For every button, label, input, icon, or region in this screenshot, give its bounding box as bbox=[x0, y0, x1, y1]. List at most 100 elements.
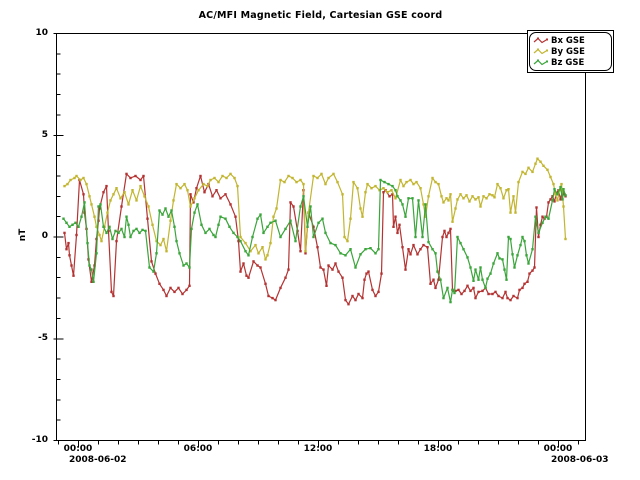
series-line-by bbox=[65, 159, 566, 260]
series-marker-by bbox=[456, 198, 458, 200]
series-marker-by bbox=[399, 179, 401, 181]
legend-item-bx: Bx GSE bbox=[533, 35, 608, 46]
series-marker-bz bbox=[436, 270, 438, 272]
series-marker-by bbox=[193, 197, 195, 199]
series-marker-by bbox=[440, 195, 442, 197]
series-marker-bz bbox=[556, 193, 558, 195]
series-marker-bz bbox=[117, 232, 119, 234]
series-marker-bx bbox=[392, 226, 394, 228]
series-marker-bx bbox=[466, 285, 468, 287]
series-marker-by bbox=[412, 183, 414, 185]
series-marker-bz bbox=[138, 232, 140, 234]
series-marker-bx bbox=[426, 246, 428, 248]
series-marker-bx bbox=[531, 269, 533, 271]
series-marker-bz bbox=[472, 280, 474, 282]
series-marker-bx bbox=[419, 248, 421, 250]
series-marker-bz bbox=[164, 207, 166, 209]
series-marker-bz bbox=[521, 236, 523, 238]
series-marker-bx bbox=[150, 260, 152, 262]
series-marker-bz bbox=[244, 250, 246, 252]
series-marker-by bbox=[257, 252, 259, 254]
series-marker-by bbox=[197, 189, 199, 191]
series-marker-bx bbox=[185, 289, 187, 291]
series-marker-bz bbox=[92, 281, 94, 283]
series-marker-bx bbox=[497, 295, 499, 297]
series-marker-bx bbox=[322, 268, 324, 270]
series-marker-bz bbox=[182, 264, 184, 266]
series-marker-bx bbox=[239, 270, 241, 272]
series-marker-by bbox=[75, 175, 77, 177]
series-marker-by bbox=[431, 177, 433, 179]
series-marker-bz bbox=[339, 252, 341, 254]
series-marker-by bbox=[324, 183, 326, 185]
series-marker-by bbox=[488, 193, 490, 195]
series-marker-bx bbox=[506, 297, 508, 299]
series-marker-bz bbox=[114, 230, 116, 232]
series-marker-bx bbox=[501, 297, 503, 299]
series-marker-bx bbox=[394, 216, 396, 218]
series-marker-bx bbox=[334, 262, 336, 264]
series-marker-bx bbox=[252, 260, 254, 262]
series-marker-bx bbox=[474, 297, 476, 299]
series-marker-by bbox=[186, 189, 188, 191]
series-marker-bx bbox=[125, 173, 127, 175]
series-marker-by bbox=[349, 218, 351, 220]
legend-item-by: By GSE bbox=[533, 46, 608, 57]
series-marker-bx bbox=[337, 270, 339, 272]
series-marker-bz bbox=[411, 197, 413, 199]
series-marker-bz bbox=[251, 236, 253, 238]
series-marker-bx bbox=[234, 216, 236, 218]
x-axis-start-date: 2008-06-02 bbox=[69, 455, 127, 465]
series-marker-by bbox=[143, 195, 145, 197]
series-marker-bz bbox=[513, 266, 515, 268]
series-marker-bz bbox=[541, 222, 543, 224]
series-marker-bz bbox=[466, 256, 468, 258]
series-marker-bx bbox=[509, 299, 511, 301]
series-marker-bz bbox=[349, 248, 351, 250]
series-marker-bz bbox=[421, 236, 423, 238]
series-marker-bz bbox=[173, 226, 175, 228]
series-marker-bx bbox=[460, 293, 462, 295]
series-marker-bx bbox=[242, 262, 244, 264]
series-marker-by bbox=[454, 207, 456, 209]
series-marker-bz bbox=[519, 244, 521, 246]
series-marker-bz bbox=[462, 248, 464, 250]
series-marker-by bbox=[546, 169, 548, 171]
series-marker-bx bbox=[404, 268, 406, 270]
series-marker-bz bbox=[442, 297, 444, 299]
series-marker-bx bbox=[102, 191, 104, 193]
series-marker-bz bbox=[359, 253, 361, 255]
series-marker-bx bbox=[523, 283, 525, 285]
x-tick-label-1800: 18:00 bbox=[416, 444, 460, 455]
series-marker-bx bbox=[380, 272, 382, 274]
series-marker-by bbox=[465, 194, 467, 196]
series-marker-bx bbox=[331, 268, 333, 270]
series-marker-bz bbox=[196, 203, 198, 205]
series-marker-by bbox=[254, 244, 256, 246]
series-marker-bz bbox=[120, 228, 122, 230]
series-marker-by bbox=[462, 197, 464, 199]
series-marker-bz bbox=[232, 232, 234, 234]
series-marker-bz bbox=[449, 301, 451, 303]
series-marker-bx bbox=[351, 295, 353, 297]
series-marker-bz bbox=[329, 242, 331, 244]
series-marker-bz bbox=[484, 287, 486, 289]
series-marker-bz bbox=[547, 218, 549, 220]
series-marker-bx bbox=[267, 295, 269, 297]
series-marker-bz bbox=[503, 268, 505, 270]
series-marker-bz bbox=[401, 203, 403, 205]
series-marker-bz bbox=[102, 226, 104, 228]
series-marker-bx bbox=[203, 191, 205, 193]
series-marker-bz bbox=[175, 240, 177, 242]
series-marker-bz bbox=[204, 232, 206, 234]
series-marker-bz bbox=[309, 205, 311, 207]
series-marker-by bbox=[112, 193, 114, 195]
series-marker-bz bbox=[434, 252, 436, 254]
series-marker-by bbox=[159, 244, 161, 246]
series-marker-bz bbox=[479, 266, 481, 268]
series-marker-by bbox=[512, 195, 514, 197]
series-marker-bx bbox=[396, 232, 398, 234]
series-marker-bz bbox=[486, 278, 488, 280]
series-marker-bz bbox=[200, 224, 202, 226]
x-tick-label-0000a: 00:00 bbox=[56, 444, 100, 455]
